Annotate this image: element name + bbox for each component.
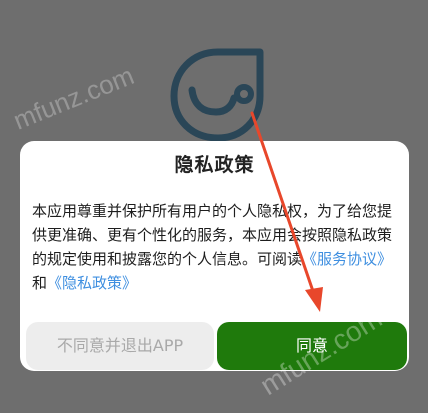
app-logo-icon [170,48,264,142]
agree-button[interactable]: 同意 [217,322,407,370]
dialog-title: 隐私政策 [174,154,255,176]
privacy-policy-link[interactable]: 《隐私政策》 [47,274,137,292]
dialog-message: 本应用尊重并保护所有用户的个人隐私权，为了给您提供更准确、更有个性化的服务，本应… [32,199,398,295]
privacy-policy-dialog: 隐私政策 本应用尊重并保护所有用户的个人隐私权，为了给您提供更准确、更有个性化的… [20,141,409,371]
decline-exit-button[interactable]: 不同意并退出APP [26,322,214,370]
service-agreement-link[interactable]: 《服务协议》 [302,250,392,268]
conjunction-text: 和 [32,274,48,292]
